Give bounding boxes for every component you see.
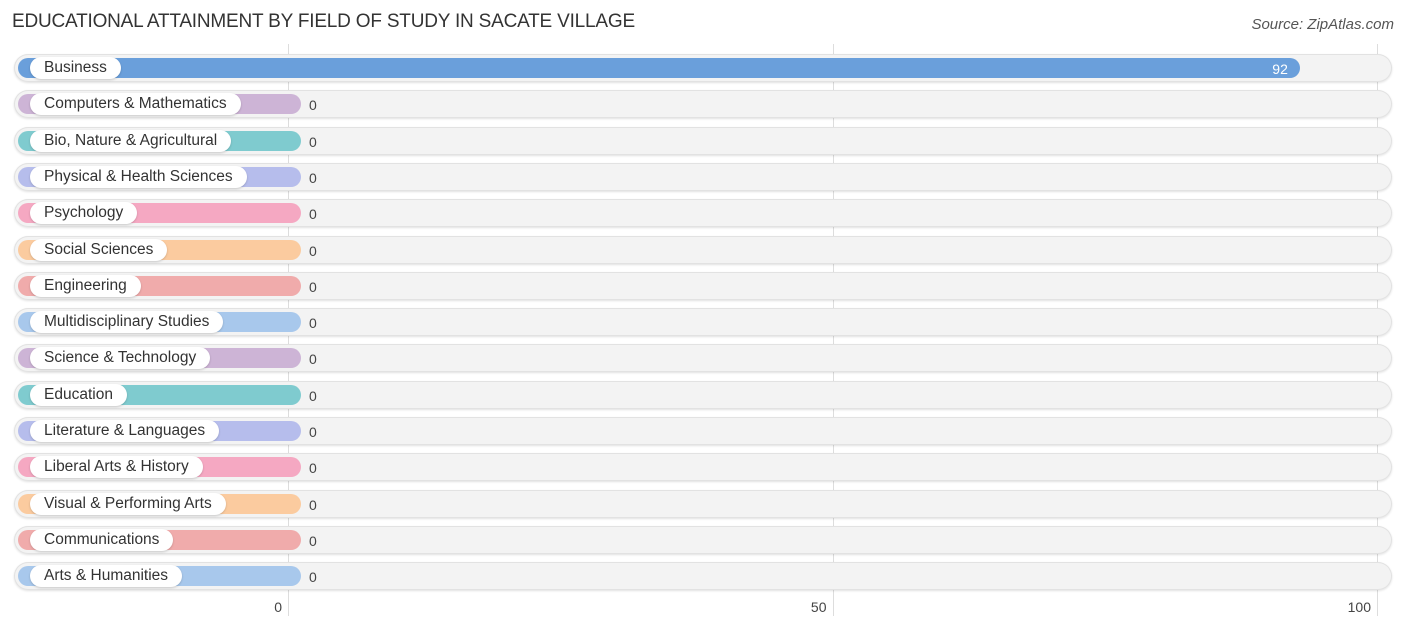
category-label: Psychology [30,202,138,225]
category-label: Physical & Health Sciences [30,165,247,188]
value-label: 0 [309,97,317,114]
value-label: 92 [1272,61,1288,77]
bar-chart: 0 50 100 Business 92 Computers & Mathematics 0… [0,0,1406,632]
x-tick-label: 50 [810,599,827,615]
value-label: 0 [309,387,317,404]
category-label: Computers & Mathematics [30,93,241,116]
value-label: 0 [309,278,317,295]
category-label: Science & Technology [30,347,211,370]
value-label: 0 [309,496,317,513]
value-label: 0 [309,532,317,549]
category-label: Literature & Languages [30,420,220,442]
value-label: 0 [309,315,317,332]
category-label: Engineering [30,274,141,297]
value-label: 0 [309,351,317,368]
category-label: Multidisciplinary Studies [30,311,224,334]
value-label: 0 [309,206,317,223]
value-label: 0 [309,169,317,186]
category-label: Liberal Arts & History [30,456,203,479]
category-label: Arts & Humanities [30,565,183,588]
value-label: 0 [309,460,317,477]
category-label: Social Sciences [30,238,168,261]
x-tick-label: 0 [274,599,282,615]
value-label: 0 [309,424,317,440]
value-label: 0 [309,133,317,150]
bar[interactable] [18,58,1300,78]
category-label: Communications [30,528,174,551]
x-tick-label: 100 [1347,599,1371,615]
value-label: 0 [309,569,317,586]
category-label: Business [30,57,121,79]
category-label: Bio, Nature & Agricultural [30,129,232,152]
category-label: Education [30,383,127,406]
category-label: Visual & Performing Arts [30,492,226,515]
value-label: 0 [309,242,317,259]
